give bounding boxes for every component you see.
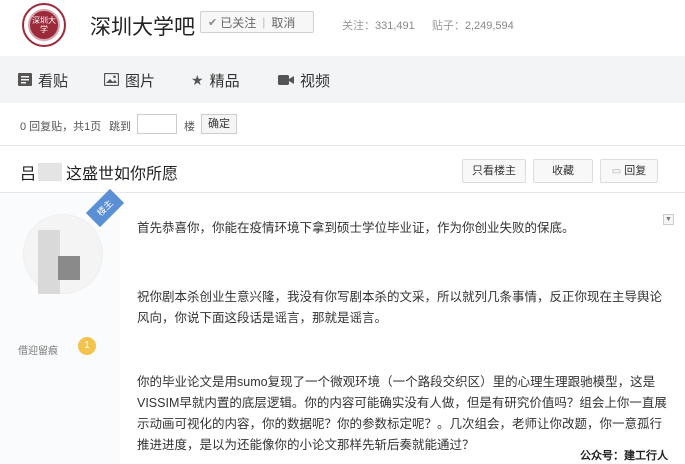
check-icon: ✔ (208, 16, 218, 29)
post-menu-icon[interactable]: ▼ (663, 214, 674, 225)
avatar[interactable] (23, 214, 103, 294)
forum-header: 深圳大学 深圳大学吧 ✔ 已关注 | 取消 关注：331,491 贴子：2,24… (0, 0, 685, 50)
post: 借迎留痕 1 楼主 首先恭喜你，你能在疫情环境下拿到硕士学位毕业证，作为你创业失… (0, 188, 685, 464)
logo-text: 深圳大学 (32, 16, 56, 34)
tab-label: 看贴 (38, 73, 69, 90)
divider: | (262, 15, 266, 29)
post-paragraph: 你的毕业论文是用sumo复现了一个微观环境（一个路段交织区）里的心理生理跟驰模型… (137, 375, 667, 452)
thread-title-suffix: 这盛世如你所愿 (66, 166, 179, 183)
author-panel: 借迎留痕 1 (0, 194, 120, 464)
forum-stats: 关注：331,491 贴子：2,249,594 (342, 17, 528, 33)
reply-summary: 0 回复贴，共1页 (20, 121, 102, 133)
university-seal-icon: 深圳大学 (28, 9, 60, 41)
confirm-button[interactable]: 确定 (201, 114, 237, 134)
redacted-name (38, 163, 63, 181)
follow-count: 331,491 (375, 20, 415, 32)
thread-title: 吕 这盛世如你所愿 (20, 160, 178, 184)
reply-icon: ▭ (611, 166, 622, 177)
tab-featured[interactable]: ★ 精品 (191, 70, 240, 91)
favorite-button[interactable]: 收藏 (533, 159, 593, 183)
follow-count-label: 关注： (342, 20, 375, 32)
jump-page-input[interactable] (137, 114, 177, 134)
tab-bar: 看贴 图片 ★ 精品 视频 (0, 56, 685, 103)
pager: 0 回复贴，共1页 跳到 楼 确定 (0, 109, 685, 140)
tab-videos[interactable]: 视频 (278, 70, 330, 91)
post-count-label: 贴子： (431, 20, 465, 32)
followed-label: 已关注 (220, 15, 257, 30)
forum-logo[interactable]: 深圳大学 (22, 3, 66, 47)
floor-label: 楼 (184, 121, 195, 133)
only-author-button[interactable]: 只看楼主 (462, 159, 526, 183)
tab-label: 视频 (300, 73, 331, 90)
follow-control[interactable]: ✔ 已关注 | 取消 (200, 11, 314, 33)
tab-label: 精品 (209, 73, 240, 90)
post-paragraph: 祝你剧本杀创业生意兴隆，我没有你写剧本杀的文采，所以就列几条事情，反正你现在主导… (137, 290, 663, 325)
star-icon: ★ (191, 72, 204, 88)
avatar-blur (58, 256, 80, 280)
tab-label: 图片 (125, 73, 156, 90)
tab-posts[interactable]: 看贴 (18, 70, 68, 91)
avatar-blur (38, 230, 60, 294)
tab-images[interactable]: 图片 (103, 70, 156, 91)
post-count: 2,249,594 (464, 20, 514, 32)
thread-title-prefix: 吕 (20, 166, 37, 183)
thread-title-bar: 吕 这盛世如你所愿 只看楼主 收藏 ▭ 回复 (0, 145, 685, 193)
image-icon (103, 72, 120, 89)
reply-button[interactable]: ▭ 回复 (600, 159, 658, 183)
post-paragraph: 首先恭喜你，你能在疫情环境下拿到硕士学位毕业证，作为你创业失败的保底。 (137, 221, 575, 235)
video-icon (278, 73, 294, 89)
forum-title[interactable]: 深圳大学吧 (90, 11, 195, 41)
author-name[interactable]: 借迎留痕 (18, 342, 58, 357)
list-icon (18, 72, 32, 89)
watermark: 公众号：建工行人 (578, 447, 670, 463)
reply-label: 回复 (624, 165, 647, 177)
unfollow-button[interactable]: 取消 (271, 14, 295, 31)
jump-label: 跳到 (109, 121, 131, 133)
level-badge: 1 (78, 337, 96, 355)
